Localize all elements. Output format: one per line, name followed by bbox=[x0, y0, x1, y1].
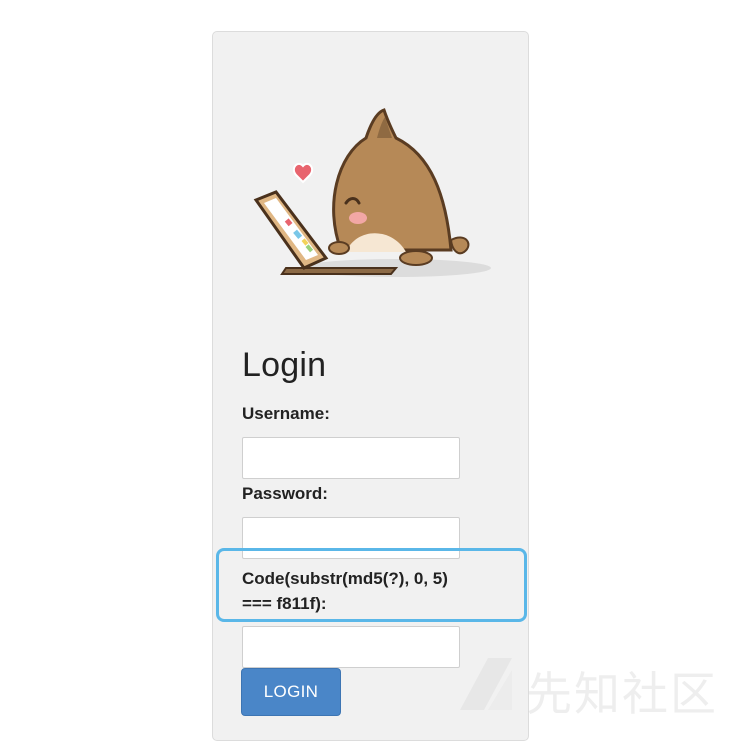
watermark: 先知社区 bbox=[452, 650, 732, 721]
login-button[interactable]: LOGIN bbox=[241, 668, 341, 716]
username-field[interactable] bbox=[242, 437, 460, 479]
code-highlight-box bbox=[216, 548, 527, 622]
watermark-text: 先知社区 bbox=[526, 667, 718, 721]
watermark-logo-icon bbox=[460, 658, 512, 710]
cat-mascot-with-laptop bbox=[253, 108, 491, 277]
code-field[interactable] bbox=[242, 626, 460, 668]
page-title: Login bbox=[242, 346, 327, 384]
username-label: Username: bbox=[242, 404, 330, 423]
password-label: Password: bbox=[242, 484, 328, 503]
